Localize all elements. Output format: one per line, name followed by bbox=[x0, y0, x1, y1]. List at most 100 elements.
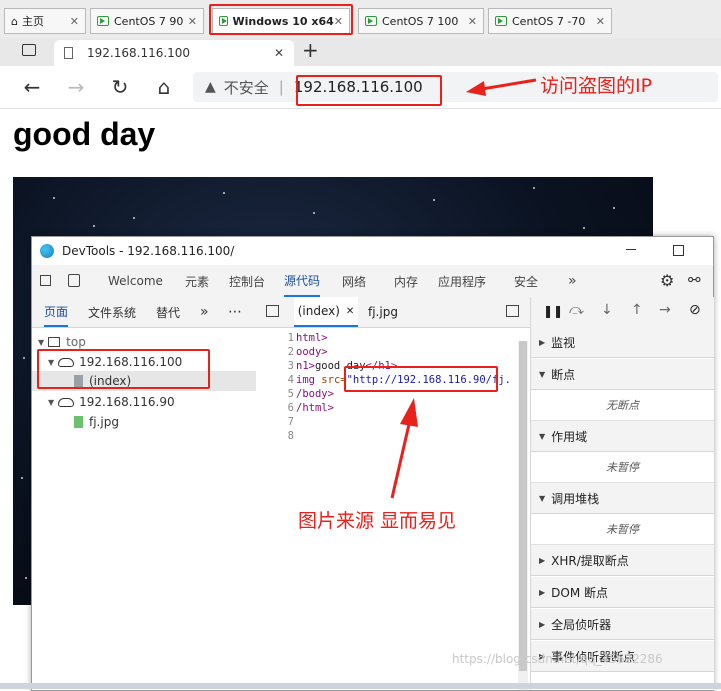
editor-tab-jpg[interactable]: fj.jpg bbox=[368, 305, 398, 319]
highlight-box-vm-tab bbox=[209, 4, 353, 35]
tab-memory[interactable]: 内存 bbox=[394, 265, 418, 297]
navigator-menu-button[interactable]: ⋯ bbox=[228, 297, 242, 327]
tab-sources[interactable]: 源代码 bbox=[284, 265, 321, 297]
close-icon[interactable]: ✕ bbox=[70, 15, 79, 28]
expand-icon: ▶ bbox=[539, 337, 546, 347]
close-icon[interactable]: ✕ bbox=[346, 306, 354, 317]
browser-tab[interactable]: 192.168.116.100 ✕ bbox=[54, 40, 294, 66]
section-dom-breakpoints[interactable]: ▶ DOM 断点 bbox=[531, 577, 714, 608]
editor-scrollbar[interactable] bbox=[518, 341, 528, 690]
maximize-icon[interactable] bbox=[673, 245, 684, 256]
refresh-icon[interactable]: ↻ bbox=[106, 74, 134, 100]
device-icon[interactable] bbox=[68, 274, 80, 287]
vm-icon bbox=[495, 16, 507, 26]
step-over-icon[interactable]: ⤼ bbox=[569, 302, 584, 318]
tree-label: top bbox=[66, 335, 86, 349]
tree-label: 192.168.116.90 bbox=[79, 395, 175, 409]
tree-label: fj.jpg bbox=[89, 415, 119, 429]
expand-icon: ▼ bbox=[539, 369, 546, 379]
close-icon[interactable]: ✕ bbox=[188, 15, 197, 28]
home-icon[interactable]: ⌂ bbox=[150, 74, 178, 100]
home-icon: ⌂ bbox=[11, 14, 18, 28]
line-number: 7 bbox=[287, 416, 294, 428]
browser-tab-strip: 192.168.116.100 ✕ + bbox=[0, 38, 721, 66]
close-icon[interactable]: ✕ bbox=[596, 15, 605, 28]
highlight-box-url bbox=[344, 366, 498, 392]
tab-page[interactable]: 页面 bbox=[44, 297, 69, 327]
page-icon bbox=[64, 47, 73, 59]
step-icon[interactable]: → bbox=[659, 302, 671, 318]
tab-network[interactable]: 网络 bbox=[342, 265, 366, 297]
vm-tab-label: 主页 bbox=[21, 15, 44, 28]
vm-tab-centos-70[interactable]: CentOS 7 -70 ✕ bbox=[488, 8, 612, 34]
vm-tab-centos-90[interactable]: CentOS 7 90 ✕ bbox=[90, 8, 204, 34]
line-number: 6 bbox=[287, 402, 294, 414]
pause-icon[interactable]: ❚❚ bbox=[543, 304, 563, 318]
section-call-stack[interactable]: ▼ 调用堆栈 bbox=[531, 483, 714, 514]
expand-icon: ▶ bbox=[539, 619, 546, 629]
step-into-icon[interactable]: ↓ bbox=[601, 302, 613, 318]
inspect-icon[interactable] bbox=[40, 275, 51, 286]
vm-tab-label: CentOS 7 90 bbox=[114, 14, 184, 28]
tab-application[interactable]: 应用程序 bbox=[438, 265, 486, 297]
image-file-icon bbox=[74, 416, 83, 428]
security-label[interactable]: 不安全 bbox=[224, 77, 269, 98]
navigator-tabs: 页面 文件系统 替代 » ⋯ bbox=[32, 297, 256, 328]
highlight-box-host bbox=[37, 349, 210, 389]
section-scope[interactable]: ▼ 作用域 bbox=[531, 421, 714, 452]
customize-icon[interactable]: ⚯ bbox=[688, 271, 701, 289]
more-tabs-button[interactable]: » bbox=[568, 265, 577, 297]
tab-actions-icon[interactable] bbox=[22, 44, 36, 56]
step-out-icon[interactable]: ↑ bbox=[631, 302, 643, 318]
bottom-strip bbox=[0, 683, 721, 689]
arrow-to-url bbox=[390, 398, 418, 499]
line-number: 1 bbox=[287, 332, 294, 344]
cloud-icon bbox=[58, 397, 75, 407]
section-xhr-breakpoints[interactable]: ▶ XHR/提取断点 bbox=[531, 545, 714, 576]
tab-overrides[interactable]: 替代 bbox=[156, 297, 180, 327]
tab-console[interactable]: 控制台 bbox=[229, 265, 265, 297]
expand-icon: ▼ bbox=[539, 493, 546, 503]
editor-tabs: (index) ✕ fj.jpg bbox=[256, 297, 530, 328]
more-navigator-button[interactable]: » bbox=[200, 297, 209, 327]
new-tab-button[interactable]: + bbox=[302, 38, 319, 62]
forward-icon[interactable]: → bbox=[62, 74, 90, 100]
back-icon[interactable]: ← bbox=[18, 74, 46, 100]
vm-tab-label: CentOS 7 -70 bbox=[512, 14, 586, 28]
close-icon[interactable]: ✕ bbox=[274, 46, 284, 60]
code-token: /body> bbox=[296, 388, 334, 400]
devtools-titlebar: DevTools - 192.168.116.100/ bbox=[32, 237, 713, 265]
editor-tab-index[interactable]: (index) ✕ bbox=[294, 297, 358, 327]
edge-icon bbox=[40, 244, 54, 258]
expand-icon: ▼ bbox=[38, 337, 45, 347]
section-global-listeners[interactable]: ▶ 全局侦听器 bbox=[531, 609, 714, 640]
deactivate-breakpoints-icon[interactable]: ⊘ bbox=[689, 302, 701, 318]
devtools-window: DevTools - 192.168.116.100/ Welcome 元素 控… bbox=[31, 236, 714, 691]
page-heading: good day bbox=[13, 116, 156, 152]
section-label: 调用堆栈 bbox=[551, 491, 600, 506]
section-watch[interactable]: ▶ 监视 bbox=[531, 327, 714, 358]
tree-top[interactable]: ▼ top bbox=[38, 335, 86, 349]
tab-filesystem[interactable]: 文件系统 bbox=[88, 297, 136, 327]
toggle-navigator-icon[interactable] bbox=[266, 305, 279, 317]
tree-host-90[interactable]: ▼ 192.168.116.90 bbox=[48, 395, 175, 409]
browser-tab-title: 192.168.116.100 bbox=[87, 46, 191, 60]
vm-icon bbox=[365, 16, 377, 26]
code-token: html> bbox=[296, 332, 328, 344]
minimize-icon[interactable] bbox=[626, 249, 636, 250]
code-token: oody> bbox=[296, 346, 328, 358]
vm-icon bbox=[97, 16, 109, 26]
close-icon[interactable]: ✕ bbox=[468, 15, 477, 28]
vm-tab-home[interactable]: ⌂ 主页 ✕ bbox=[4, 8, 86, 34]
tab-elements[interactable]: 元素 bbox=[185, 265, 209, 297]
tab-welcome[interactable]: Welcome bbox=[108, 265, 163, 297]
line-number: 2 bbox=[287, 346, 294, 358]
tree-file-jpg[interactable]: fj.jpg bbox=[74, 415, 119, 429]
devtools-title: DevTools - 192.168.116.100/ bbox=[62, 244, 235, 258]
vm-tab-centos-100[interactable]: CentOS 7 100 ✕ bbox=[358, 8, 484, 34]
section-breakpoints[interactable]: ▼ 断点 bbox=[531, 359, 714, 390]
source-annotation: 图片来源 显而易见 bbox=[298, 510, 457, 532]
settings-icon[interactable]: ⚙ bbox=[660, 271, 674, 290]
toggle-debugger-icon[interactable] bbox=[506, 305, 519, 317]
tab-security[interactable]: 安全 bbox=[514, 265, 538, 297]
